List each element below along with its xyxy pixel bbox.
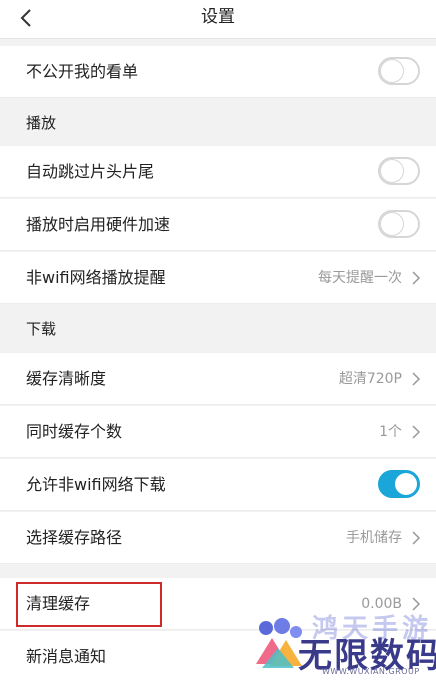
chevron-right-icon [412,372,421,386]
hardware-accel-toggle[interactable] [378,210,420,238]
setting-label: 允许非wifi网络下载 [26,475,166,494]
chevron-right-icon [412,425,421,439]
highlight-box [16,582,162,627]
section-header-play: 播放 [0,99,436,139]
setting-row-hardware-accel[interactable]: 播放时启用硬件加速 [0,199,436,251]
setting-row-cache-quality[interactable]: 缓存清晰度 超清720P [0,353,436,405]
setting-label: 播放时启用硬件加速 [26,215,171,234]
toggle-knob [381,160,403,182]
setting-label: 不公开我的看单 [26,62,139,81]
setting-label: 选择缓存路径 [26,528,123,547]
setting-value: 每天提醒一次 [318,270,402,286]
chevron-right-icon [412,271,421,285]
setting-value: 超清720P [338,371,402,387]
chevron-right-icon [412,531,421,545]
setting-row-non-wifi-download[interactable]: 允许非wifi网络下载 [0,459,436,511]
toggle-knob [381,213,403,235]
setting-label: 同时缓存个数 [26,422,123,441]
non-wifi-download-toggle[interactable] [378,470,420,498]
hide-watchlist-toggle[interactable] [378,57,420,85]
setting-row-non-wifi-play-reminder[interactable]: 非wifi网络播放提醒 每天提醒一次 [0,252,436,304]
section-label: 播放 [26,114,57,132]
setting-row-hide-watchlist[interactable]: 不公开我的看单 [0,46,436,98]
setting-row-cache-path[interactable]: 选择缓存路径 手机储存 [0,512,436,564]
setting-label: 非wifi网络播放提醒 [26,268,166,287]
setting-label: 新消息通知 [26,647,107,666]
watermark: 鸿天手游 无限数码 WWW.WUXIAN.GROUP [246,608,436,681]
setting-label: 缓存清晰度 [26,369,107,388]
section-header-download: 下载 [0,305,436,345]
setting-row-concurrent-downloads[interactable]: 同时缓存个数 1个 [0,406,436,458]
page-title: 设置 [201,7,235,27]
top-bar: 设置 [0,0,436,39]
setting-value: 1个 [379,424,402,440]
toggle-knob [381,60,403,82]
skip-intro-toggle[interactable] [378,157,420,185]
setting-value: 手机储存 [346,530,402,546]
watermark-url: WWW.WUXIAN.GROUP [322,667,420,676]
section-label: 下载 [26,320,57,338]
setting-row-skip-intro[interactable]: 自动跳过片头片尾 [0,146,436,198]
setting-label: 自动跳过片头片尾 [26,162,155,181]
watermark-logo-icon [256,618,302,668]
toggle-knob [395,473,417,495]
